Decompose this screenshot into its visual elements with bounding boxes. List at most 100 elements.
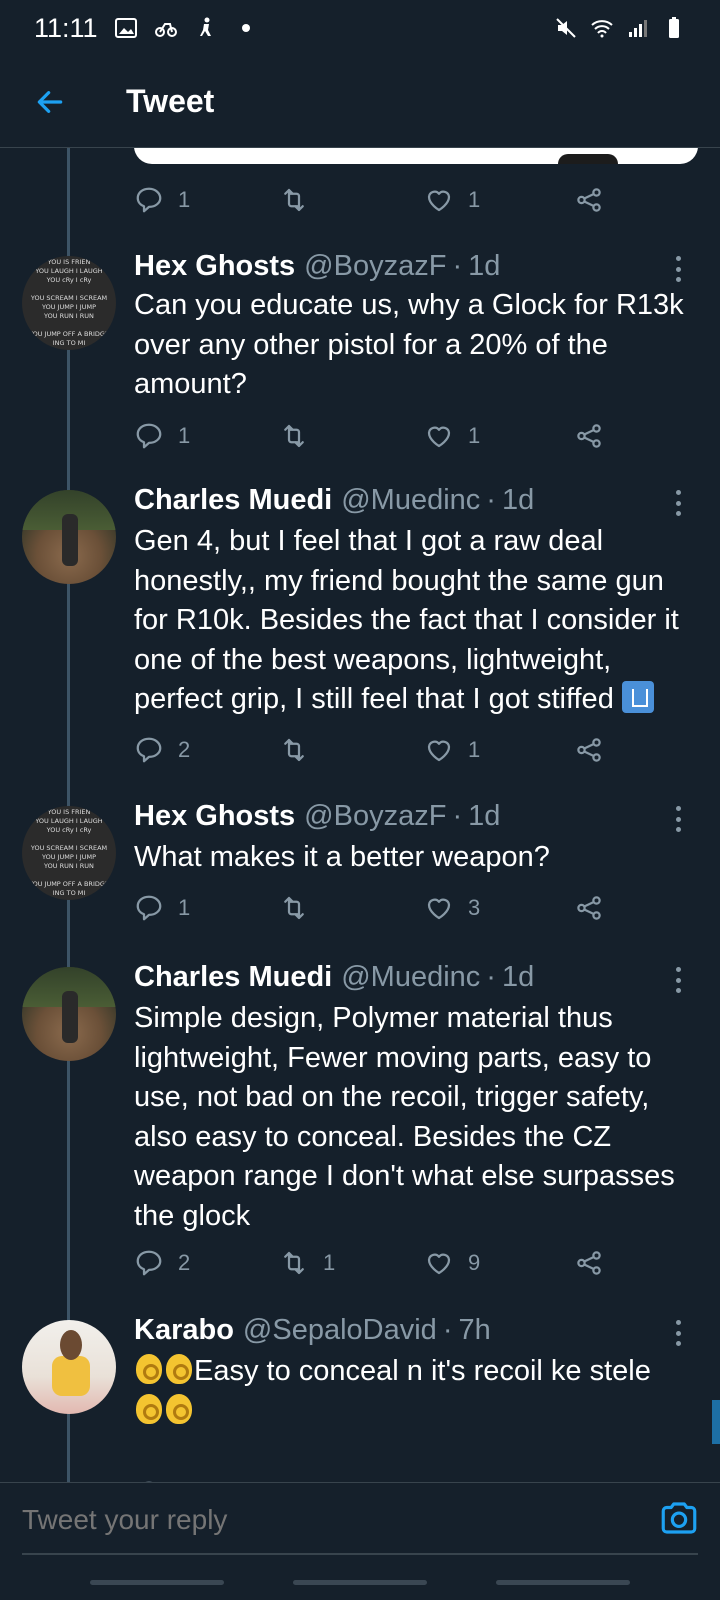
reply-button[interactable]: 1 — [134, 421, 190, 451]
like-button[interactable]: 9 — [424, 1248, 480, 1278]
nav-back-button[interactable] — [496, 1580, 630, 1585]
tweet-header: Hex Ghosts @BoyzazF · 1d — [134, 800, 501, 833]
reply-count: 1 — [178, 895, 191, 920]
nav-home-button[interactable] — [293, 1580, 427, 1585]
user-handle[interactable]: @Muedinc — [341, 961, 480, 994]
mute-icon — [556, 18, 576, 38]
nav-recent-button[interactable] — [90, 1580, 224, 1585]
reply-icon — [136, 737, 162, 763]
top-header: Tweet — [0, 56, 720, 148]
retweet-icon — [284, 1251, 304, 1275]
display-name[interactable]: Karabo — [134, 1314, 234, 1347]
share-button[interactable] — [574, 893, 604, 923]
reply-count: 2 — [178, 1250, 191, 1275]
back-arrow-icon — [37, 90, 63, 113]
reply-icon — [136, 423, 162, 449]
action-row: 1 3 — [134, 888, 614, 928]
avatar[interactable]: YOU IS FRIEN YOU LAUGH I LAUGH YOU cRy I… — [22, 256, 116, 350]
reply-button[interactable]: 1 — [134, 893, 190, 923]
retweet-count: 1 — [323, 1250, 336, 1275]
tweet-text-block: Gen 4, but I feel that I got a raw deal … — [134, 522, 704, 720]
user-handle[interactable]: @BoyzazF — [304, 800, 446, 833]
like-button[interactable]: 3 — [424, 893, 480, 923]
retweet-button[interactable] — [279, 893, 323, 923]
like-button[interactable]: 1 — [424, 421, 480, 451]
more-options-icon[interactable] — [672, 490, 684, 516]
like-button[interactable]: 1 — [424, 735, 480, 765]
display-name[interactable]: Hex Ghosts — [134, 800, 295, 833]
more-options-icon[interactable] — [672, 256, 684, 282]
share-button[interactable] — [574, 735, 604, 765]
retweet-button[interactable] — [279, 185, 323, 215]
action-row: 1 2 — [134, 1474, 614, 1482]
action-row: 1 1 — [134, 180, 614, 220]
image-icon — [114, 18, 137, 38]
page-title: Tweet — [126, 83, 215, 119]
timestamp: 7h — [458, 1314, 491, 1346]
tweet-text: Simple design, Polymer material thus lig… — [134, 1002, 675, 1232]
status-bar: 11:11 — [0, 0, 720, 56]
more-options-icon[interactable] — [672, 806, 684, 832]
camera-icon — [661, 1502, 697, 1534]
like-count: 3 — [468, 895, 481, 920]
like-count: 9 — [468, 1250, 481, 1275]
like-count: 1 — [468, 737, 481, 762]
tweet-text: What makes it a better weapon? — [134, 841, 550, 873]
ok-hand-emoji — [164, 1352, 194, 1386]
like-button[interactable]: 1 — [424, 185, 480, 215]
share-button[interactable] — [574, 185, 604, 215]
reply-button[interactable]: 2 — [134, 1248, 190, 1278]
reply-count: 1 — [178, 187, 191, 212]
fitness-icon — [199, 17, 211, 36]
share-button[interactable] — [574, 421, 604, 451]
timestamp: 1d — [501, 484, 535, 516]
like-count: 1 — [468, 187, 481, 212]
action-row: 2 1 — [134, 730, 614, 770]
reply-button[interactable]: 2 — [134, 735, 190, 765]
more-options-icon[interactable] — [672, 1320, 684, 1346]
retweet-button[interactable]: 1 — [279, 1248, 335, 1278]
avatar[interactable] — [22, 1320, 116, 1414]
ok-hand-emoji — [134, 1352, 164, 1386]
back-button[interactable] — [20, 72, 80, 132]
bike-icon — [154, 23, 177, 37]
share-icon — [577, 1251, 601, 1275]
system-nav-bar — [0, 1566, 720, 1600]
reply-count: 2 — [178, 737, 191, 762]
share-icon — [577, 738, 601, 762]
reply-input[interactable] — [22, 1495, 622, 1545]
reply-bar — [0, 1482, 720, 1566]
media-card[interactable] — [134, 148, 698, 164]
like-count: 1 — [468, 423, 481, 448]
reply-button[interactable]: 1 — [134, 185, 190, 215]
more-options-icon[interactable] — [672, 967, 684, 993]
retweet-icon — [284, 424, 304, 448]
heart-icon — [427, 898, 451, 920]
tweet-thread[interactable]: 1 1 YOU IS FRIEN YOU LAUGH I LAUGH YOU c… — [0, 148, 720, 1482]
user-handle[interactable]: @Muedinc — [341, 484, 480, 517]
retweet-button[interactable] — [279, 421, 323, 451]
display-name[interactable]: Hex Ghosts — [134, 250, 295, 283]
share-button[interactable] — [574, 1248, 604, 1278]
heart-icon — [427, 190, 451, 212]
avatar[interactable] — [22, 490, 116, 584]
dot-icon — [241, 24, 250, 32]
tweet-header: Karabo @SepaloDavid · 7h — [134, 1314, 491, 1347]
user-handle[interactable]: @BoyzazF — [304, 250, 446, 283]
user-handle[interactable]: @SepaloDavid — [243, 1314, 437, 1347]
display-name[interactable]: Charles Muedi — [134, 961, 332, 994]
avatar[interactable]: YOU IS FRIEN YOU LAUGH I LAUGH YOU cRy I… — [22, 806, 116, 900]
scrollbar-thumb[interactable] — [712, 1400, 720, 1444]
battery-icon — [669, 17, 679, 38]
action-row: 2 1 9 — [134, 1243, 614, 1283]
display-name[interactable]: Charles Muedi — [134, 484, 332, 517]
share-icon — [577, 424, 601, 448]
wifi-icon — [591, 20, 613, 38]
retweet-button[interactable] — [279, 735, 323, 765]
avatar[interactable] — [22, 967, 116, 1061]
reply-icon — [136, 1250, 162, 1276]
reply-count: 1 — [178, 423, 191, 448]
camera-button[interactable] — [658, 1497, 700, 1539]
retweet-icon — [284, 188, 304, 212]
timestamp: 1d — [501, 961, 535, 993]
